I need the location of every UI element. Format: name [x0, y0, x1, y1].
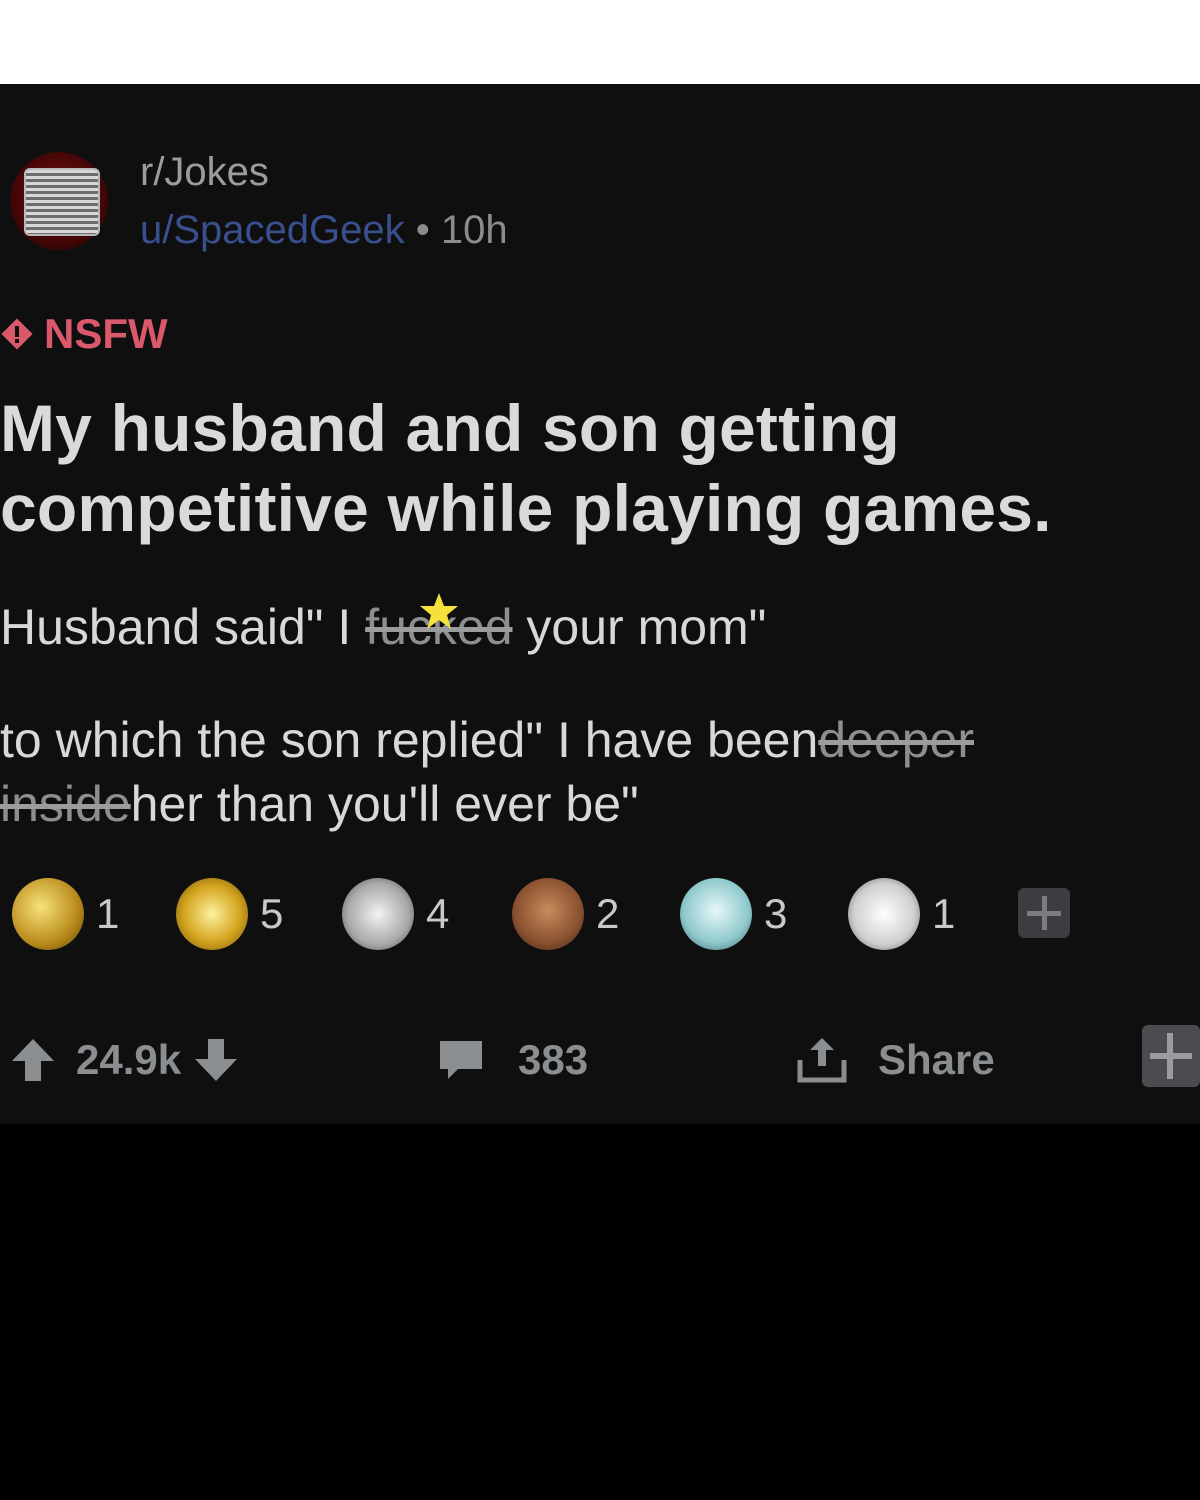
share-upload-icon: [797, 1038, 847, 1083]
post-body-line-1: Husband said" I fucked your mom": [0, 593, 767, 656]
star-sticker-icon: [419, 593, 458, 629]
line1-after: your mom": [512, 599, 767, 655]
sloth-award-icon: [512, 878, 584, 950]
nsfw-warning-icon: [1, 318, 33, 350]
post-meta: u/SpacedGeek • 10h: [140, 208, 508, 253]
snoo-laugh-award-icon: [848, 878, 920, 950]
line1-struck-word: fucked: [365, 593, 513, 655]
downvote-arrow-icon[interactable]: [193, 1035, 239, 1085]
nsfw-label: NSFW: [44, 310, 168, 357]
award-count: 5: [260, 890, 284, 937]
author-username[interactable]: u/SpacedGeek: [140, 208, 405, 252]
line1-before: Husband said" I: [0, 599, 366, 655]
award-item[interactable]: 3: [680, 866, 787, 962]
award-count: 1: [96, 890, 120, 937]
nsfw-flair: NSFW: [0, 310, 168, 358]
share-button[interactable]: Share: [794, 1020, 995, 1100]
award-item[interactable]: 4: [342, 866, 449, 962]
award-count: 2: [596, 890, 620, 937]
vote-count: 24.9k: [76, 1036, 182, 1083]
subreddit-avatar-image: [24, 168, 100, 236]
gold-dragon-award-icon: [12, 878, 84, 950]
line2-after: her than you'll ever be": [130, 776, 639, 832]
post-actions-bar: 24.9k 383 Share: [0, 1020, 1200, 1100]
award-item[interactable]: 1: [12, 866, 119, 962]
award-item[interactable]: 1: [848, 866, 955, 962]
line2-before: to which the son replied" I have been: [0, 712, 819, 768]
award-item[interactable]: 5: [176, 866, 283, 962]
gift-award-icon[interactable]: [1142, 1025, 1200, 1087]
upvote-arrow-icon[interactable]: [10, 1035, 56, 1085]
comments-button[interactable]: 383: [436, 1020, 588, 1100]
meta-separator: •: [415, 208, 430, 252]
post-title[interactable]: My husband and son getting competitive w…: [0, 388, 1190, 548]
subreddit-name[interactable]: r/Jokes: [140, 150, 269, 195]
award-item[interactable]: 2: [512, 866, 619, 962]
top-white-margin: [0, 0, 1200, 84]
angel-award-icon: [680, 878, 752, 950]
comment-bubble-icon: [440, 1041, 482, 1079]
share-label: Share: [878, 1036, 995, 1083]
post-body-line-2: to which the son replied" I have beendee…: [0, 708, 1190, 836]
applause-hands-award-icon: [342, 878, 414, 950]
award-count: 1: [932, 890, 956, 937]
award-count: 4: [426, 890, 450, 937]
award-count: 3: [764, 890, 788, 937]
golden-lion-award-icon: [176, 878, 248, 950]
awards-bar: 1 5 4 2 3 1: [0, 866, 1200, 962]
post-age: 10h: [440, 208, 508, 252]
comment-count: 383: [518, 1036, 589, 1083]
subreddit-avatar[interactable]: [10, 152, 108, 250]
vote-group: 24.9k: [10, 1020, 239, 1100]
add-award-icon[interactable]: [1018, 888, 1070, 938]
